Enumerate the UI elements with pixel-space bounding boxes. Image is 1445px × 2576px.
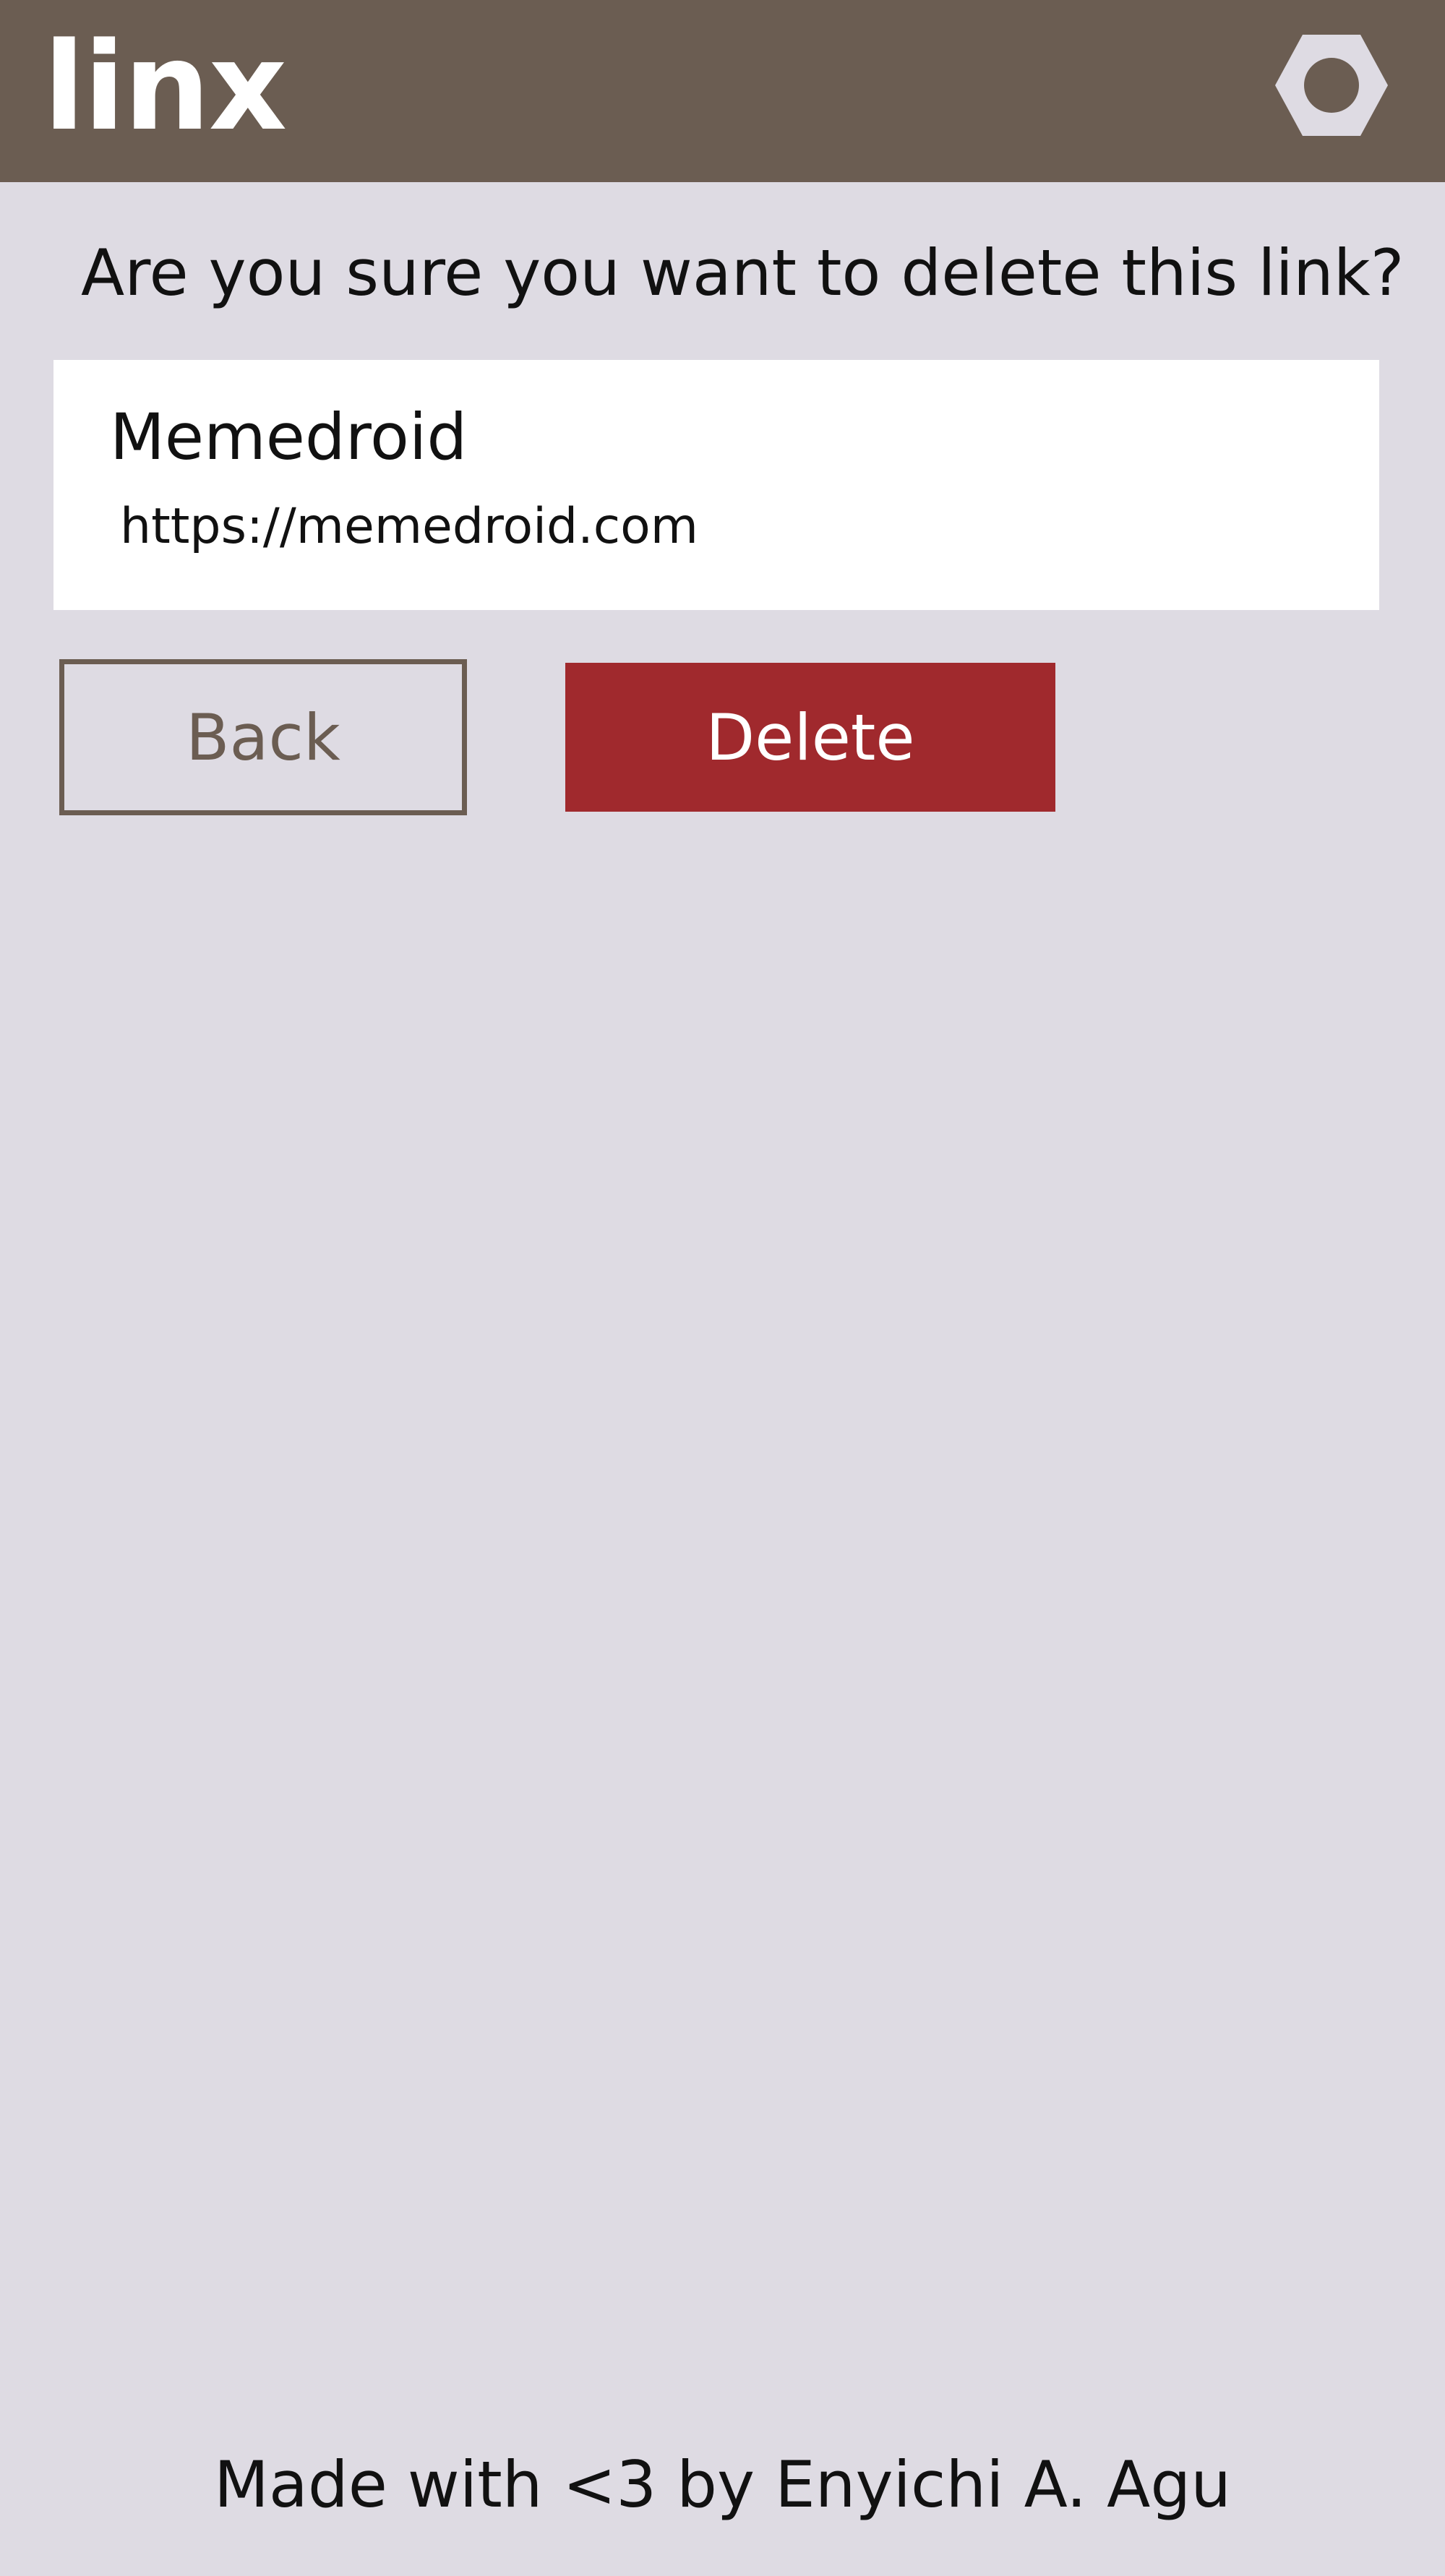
settings-icon[interactable]	[1274, 32, 1389, 139]
app-header: linx	[0, 0, 1445, 182]
delete-button[interactable]: Delete	[565, 663, 1055, 812]
link-url: https://memedroid.com	[120, 498, 699, 555]
back-button[interactable]: Back	[59, 659, 467, 815]
delete-confirmation-prompt: Are you sure you want to delete this lin…	[81, 236, 1405, 310]
app-logo[interactable]: linx	[43, 14, 287, 159]
link-card: Memedroid https://memedroid.com	[53, 360, 1379, 610]
link-title: Memedroid	[110, 400, 468, 474]
footer-credit: Made with <3 by Enyichi A. Agu	[213, 2447, 1231, 2522]
